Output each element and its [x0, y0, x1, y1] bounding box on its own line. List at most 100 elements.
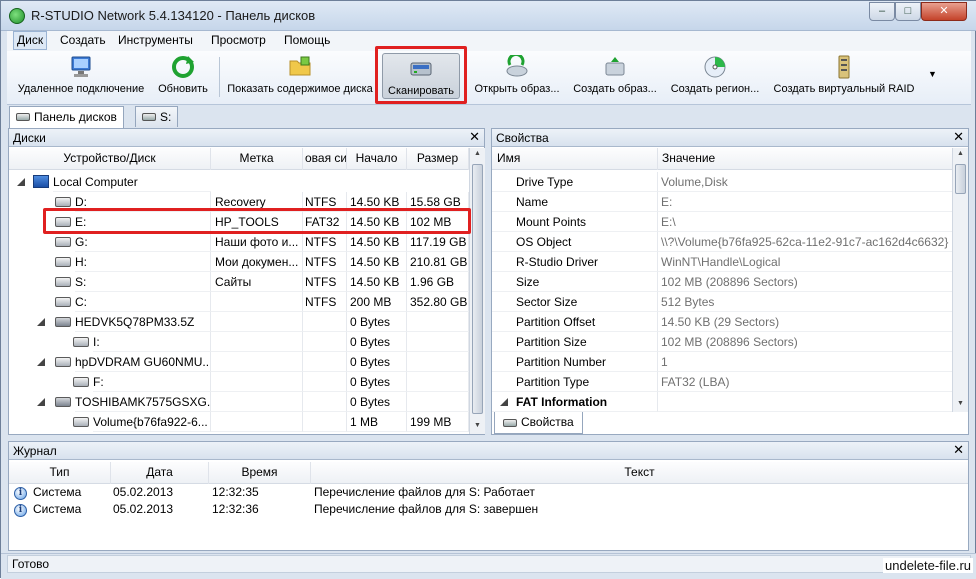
info-icon: i: [14, 504, 27, 517]
col-date[interactable]: Дата: [111, 462, 209, 484]
expand-arrow-icon[interactable]: [37, 318, 45, 326]
col-start[interactable]: Начало: [347, 148, 407, 170]
create-image-button[interactable]: Создать образ...: [569, 55, 661, 101]
tree-row-hedvk[interactable]: HEDVK5Q78PM33.5Z 0 Bytes: [9, 312, 469, 332]
create-raid-button[interactable]: Создать виртуальный RAID: [769, 55, 919, 101]
scrollbar-thumb[interactable]: [955, 164, 966, 194]
menu-tools[interactable]: Инструменты: [115, 33, 196, 47]
expand-arrow-icon[interactable]: [37, 398, 45, 406]
prop-name: Partition Number: [492, 352, 658, 372]
drive-icon: [55, 257, 71, 267]
tree-row-volume[interactable]: Volume{b76fa922-6... 1 MB 199 MB: [9, 412, 469, 432]
size-cell: 210.81 GB: [407, 252, 469, 272]
size-cell: [407, 332, 469, 352]
drive-icon: [73, 337, 89, 347]
expand-arrow-icon[interactable]: [37, 358, 45, 366]
open-image-button[interactable]: Открыть образ...: [471, 55, 563, 101]
prop-row[interactable]: Partition Type FAT32 (LBA): [492, 372, 952, 392]
prop-row[interactable]: Name E:: [492, 192, 952, 212]
col-size[interactable]: Размер: [407, 148, 469, 170]
col-time[interactable]: Время: [209, 462, 311, 484]
maximize-button[interactable]: □: [895, 2, 921, 21]
toolbar-overflow-button[interactable]: ▼: [928, 69, 937, 79]
prop-row[interactable]: Partition Size 102 MB (208896 Sectors): [492, 332, 952, 352]
scroll-down-icon[interactable]: ▼: [474, 422, 481, 429]
scroll-up-icon[interactable]: ▲: [957, 150, 964, 157]
create-region-button[interactable]: Создать регион...: [665, 55, 765, 101]
dvd-drive-icon: [55, 357, 71, 367]
tree-row-h[interactable]: H: Мои докумен... NTFS 14.50 KB 210.81 G…: [9, 252, 469, 272]
window-title: R-STUDIO Network 5.4.134120 - Панель дис…: [31, 8, 316, 23]
tree-row-c[interactable]: C: NTFS 200 MB 352.80 GB: [9, 292, 469, 312]
tab-s-drive[interactable]: S:: [135, 106, 179, 127]
scroll-down-icon[interactable]: ▼: [957, 400, 964, 407]
menu-view[interactable]: Просмотр: [208, 33, 269, 47]
prop-row[interactable]: Sector Size 512 Bytes: [492, 292, 952, 312]
prop-row[interactable]: R-Studio Driver WinNT\Handle\Logical: [492, 252, 952, 272]
device-name: F:: [93, 372, 211, 392]
prop-row[interactable]: Size 102 MB (208896 Sectors): [492, 272, 952, 292]
tab-disk-panel[interactable]: Панель дисков: [9, 106, 124, 128]
log-row[interactable]: i Система 05.02.2013 12:32:36 Перечислен…: [9, 501, 968, 518]
col-device[interactable]: Устройство/Диск: [9, 148, 211, 170]
col-text[interactable]: Текст: [311, 462, 968, 484]
prop-name: Partition Size: [492, 332, 658, 352]
prop-row[interactable]: OS Object \\?\Volume{b76fa925-62ca-11e2-…: [492, 232, 952, 252]
col-name[interactable]: Имя: [492, 148, 658, 170]
prop-row[interactable]: Partition Offset 14.50 KB (29 Sectors): [492, 312, 952, 332]
disks-panel-close-button[interactable]: ✕: [469, 129, 480, 145]
tab-properties[interactable]: Свойства: [494, 412, 583, 434]
label-cell: Мои докумен...: [211, 252, 303, 272]
col-label[interactable]: Метка: [211, 148, 303, 170]
prop-row[interactable]: Drive Type Volume,Disk: [492, 172, 952, 192]
properties-scrollbar[interactable]: ▲ ▼: [952, 148, 968, 412]
tree-row-i[interactable]: I: 0 Bytes: [9, 332, 469, 352]
start-cell: 0 Bytes: [347, 392, 407, 412]
prop-group-row[interactable]: FAT Information: [492, 392, 952, 412]
info-icon: i: [14, 487, 27, 500]
properties-panel-close-button[interactable]: ✕: [953, 129, 964, 145]
remote-connect-button[interactable]: Удаленное подключение: [13, 55, 149, 101]
menu-create[interactable]: Создать: [57, 33, 109, 47]
document-tabs: Панель дисков S:: [7, 105, 971, 128]
scroll-up-icon[interactable]: ▲: [474, 150, 481, 157]
hdd-icon: [55, 397, 71, 407]
close-button[interactable]: ✕: [921, 2, 967, 21]
col-filesystem[interactable]: овая си: [303, 148, 347, 170]
expand-arrow-icon[interactable]: [17, 178, 25, 186]
tree-row-g[interactable]: G: Наши фото и... NTFS 14.50 KB 117.19 G…: [9, 232, 469, 252]
refresh-button[interactable]: Обновить: [153, 55, 213, 101]
start-cell: 0 Bytes: [347, 312, 407, 332]
prop-name: Partition Offset: [492, 312, 658, 332]
prop-row[interactable]: Partition Number 1: [492, 352, 952, 372]
minimize-button[interactable]: –: [869, 2, 895, 21]
log-panel-header: Журнал ✕: [9, 442, 968, 460]
tree-row-dvd[interactable]: hpDVDRAM GU60NMU... 0 Bytes: [9, 352, 469, 372]
prop-row[interactable]: Mount Points E:\: [492, 212, 952, 232]
drive-icon: [55, 277, 71, 287]
log-panel-close-button[interactable]: ✕: [953, 442, 964, 458]
menu-disk[interactable]: Диск: [13, 31, 48, 50]
log-row[interactable]: i Система 05.02.2013 12:32:35 Перечислен…: [9, 484, 968, 501]
show-contents-button[interactable]: Показать содержимое диска: [225, 55, 375, 101]
tree-row-f[interactable]: F: 0 Bytes: [9, 372, 469, 392]
fs-cell: NTFS: [303, 252, 347, 272]
tree-row-local-computer[interactable]: Local Computer: [9, 172, 469, 192]
prop-name: Size: [492, 272, 658, 292]
drive-icon: [73, 417, 89, 427]
region-disc-icon: [704, 56, 726, 78]
log-panel-title: Журнал: [13, 444, 57, 458]
scrollbar-thumb[interactable]: [472, 164, 483, 414]
col-type[interactable]: Тип: [9, 462, 111, 484]
disks-scrollbar[interactable]: ▲ ▼: [469, 148, 485, 434]
log-text: Перечисление файлов для S: Работает: [314, 485, 535, 499]
create-region-label: Создать регион...: [670, 83, 760, 95]
col-value[interactable]: Значение: [658, 148, 952, 170]
log-text: Перечисление файлов для S: завершен: [314, 502, 539, 516]
tree-row-s[interactable]: S: Сайты NTFS 14.50 KB 1.96 GB: [9, 272, 469, 292]
menu-help[interactable]: Помощь: [281, 33, 333, 47]
prop-name: R-Studio Driver: [492, 252, 658, 272]
title-bar[interactable]: R-STUDIO Network 5.4.134120 - Панель дис…: [1, 1, 976, 31]
tree-row-toshiba[interactable]: TOSHIBAMK7575GSXG... 0 Bytes: [9, 392, 469, 412]
prop-value: 102 MB (208896 Sectors): [658, 332, 952, 352]
